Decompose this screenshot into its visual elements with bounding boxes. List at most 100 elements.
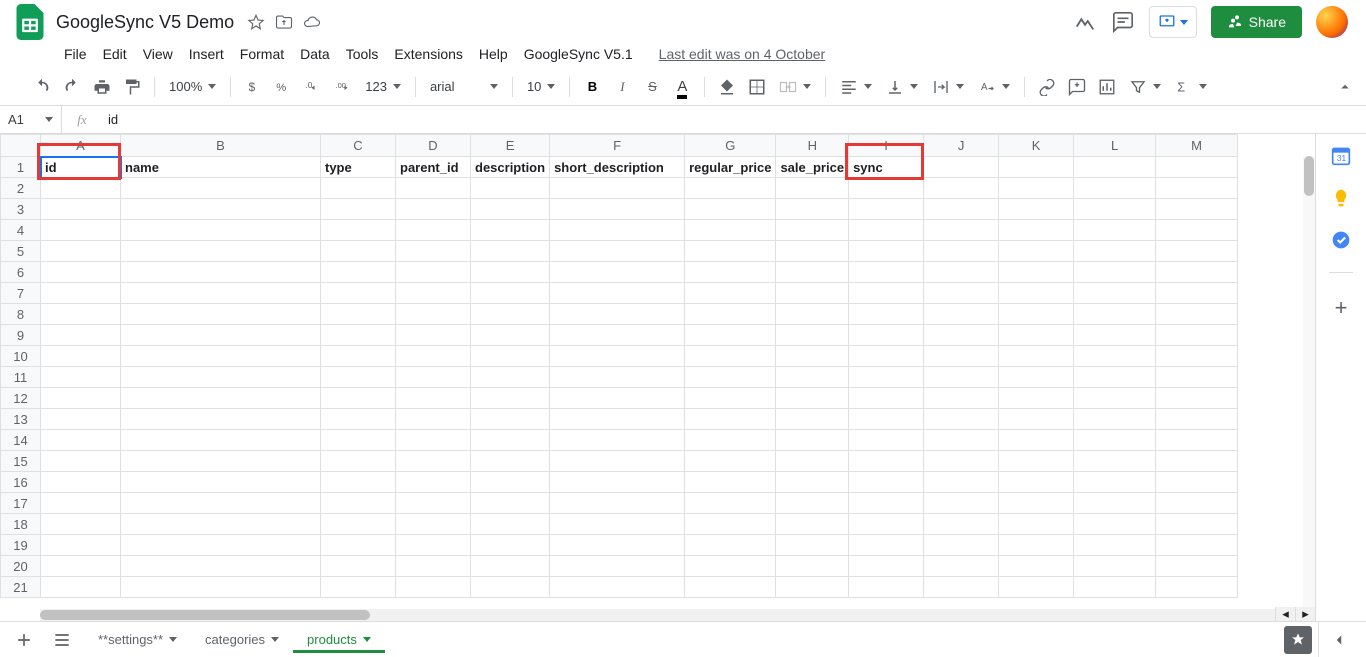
cell-I19[interactable]	[849, 535, 924, 556]
cell-A7[interactable]	[41, 283, 121, 304]
show-side-panel-button[interactable]	[1318, 622, 1358, 657]
cell-E16[interactable]	[471, 472, 550, 493]
cell-L8[interactable]	[1074, 304, 1156, 325]
cell-I6[interactable]	[849, 262, 924, 283]
cell-A6[interactable]	[41, 262, 121, 283]
cell-E5[interactable]	[471, 241, 550, 262]
column-header-M[interactable]: M	[1156, 135, 1238, 157]
cell-E17[interactable]	[471, 493, 550, 514]
menu-tools[interactable]: Tools	[338, 42, 387, 66]
horizontal-scrollbar[interactable]	[40, 609, 1275, 621]
cell-G6[interactable]	[685, 262, 776, 283]
menu-insert[interactable]: Insert	[181, 42, 232, 66]
cell-K21[interactable]	[999, 577, 1074, 598]
cell-D12[interactable]	[396, 388, 471, 409]
cell-L16[interactable]	[1074, 472, 1156, 493]
cell-H10[interactable]	[776, 346, 849, 367]
insert-chart-button[interactable]	[1093, 73, 1121, 101]
cell-F5[interactable]	[550, 241, 685, 262]
cell-H12[interactable]	[776, 388, 849, 409]
cell-K12[interactable]	[999, 388, 1074, 409]
cell-I1[interactable]: sync	[849, 157, 924, 178]
keep-app-icon[interactable]	[1331, 188, 1351, 208]
cell-F12[interactable]	[550, 388, 685, 409]
cell-K13[interactable]	[999, 409, 1074, 430]
number-format-dropdown[interactable]: 123	[359, 79, 407, 94]
cell-I5[interactable]	[849, 241, 924, 262]
cell-B12[interactable]	[121, 388, 321, 409]
cell-H11[interactable]	[776, 367, 849, 388]
cell-J3[interactable]	[924, 199, 999, 220]
cell-K2[interactable]	[999, 178, 1074, 199]
cell-L17[interactable]	[1074, 493, 1156, 514]
cell-A20[interactable]	[41, 556, 121, 577]
cell-L3[interactable]	[1074, 199, 1156, 220]
calendar-app-icon[interactable]: 31	[1331, 146, 1351, 166]
cell-J21[interactable]	[924, 577, 999, 598]
cell-C9[interactable]	[321, 325, 396, 346]
cell-L7[interactable]	[1074, 283, 1156, 304]
cell-J18[interactable]	[924, 514, 999, 535]
row-header-6[interactable]: 6	[1, 262, 41, 283]
cell-C14[interactable]	[321, 430, 396, 451]
cell-G10[interactable]	[685, 346, 776, 367]
cell-M16[interactable]	[1156, 472, 1238, 493]
cell-L2[interactable]	[1074, 178, 1156, 199]
cell-D1[interactable]: parent_id	[396, 157, 471, 178]
borders-button[interactable]	[743, 73, 771, 101]
cell-A14[interactable]	[41, 430, 121, 451]
cell-M10[interactable]	[1156, 346, 1238, 367]
cell-H8[interactable]	[776, 304, 849, 325]
cell-D6[interactable]	[396, 262, 471, 283]
last-edit-link[interactable]: Last edit was on 4 October	[659, 46, 826, 62]
cell-I7[interactable]	[849, 283, 924, 304]
cell-B2[interactable]	[121, 178, 321, 199]
print-button[interactable]	[88, 73, 116, 101]
cell-E4[interactable]	[471, 220, 550, 241]
column-header-L[interactable]: L	[1074, 135, 1156, 157]
cell-M19[interactable]	[1156, 535, 1238, 556]
cell-K14[interactable]	[999, 430, 1074, 451]
cell-K6[interactable]	[999, 262, 1074, 283]
cell-H16[interactable]	[776, 472, 849, 493]
fill-color-button[interactable]	[713, 73, 741, 101]
row-header-8[interactable]: 8	[1, 304, 41, 325]
row-header-14[interactable]: 14	[1, 430, 41, 451]
cell-E20[interactable]	[471, 556, 550, 577]
cell-J15[interactable]	[924, 451, 999, 472]
all-sheets-button[interactable]	[46, 626, 78, 654]
strikethrough-button[interactable]: S	[638, 73, 666, 101]
cell-J14[interactable]	[924, 430, 999, 451]
cell-K11[interactable]	[999, 367, 1074, 388]
cell-A2[interactable]	[41, 178, 121, 199]
cell-E18[interactable]	[471, 514, 550, 535]
cell-B8[interactable]	[121, 304, 321, 325]
cell-K4[interactable]	[999, 220, 1074, 241]
column-header-J[interactable]: J	[924, 135, 999, 157]
cell-M7[interactable]	[1156, 283, 1238, 304]
cell-F6[interactable]	[550, 262, 685, 283]
cell-G16[interactable]	[685, 472, 776, 493]
cell-D17[interactable]	[396, 493, 471, 514]
cell-H13[interactable]	[776, 409, 849, 430]
cell-L19[interactable]	[1074, 535, 1156, 556]
cell-K15[interactable]	[999, 451, 1074, 472]
row-header-5[interactable]: 5	[1, 241, 41, 262]
cell-F4[interactable]	[550, 220, 685, 241]
column-header-B[interactable]: B	[121, 135, 321, 157]
spreadsheet-grid[interactable]: ABCDEFGHIJKLM1idnametypeparent_iddescrip…	[0, 134, 1315, 621]
text-color-button[interactable]: A	[668, 73, 696, 101]
cell-E2[interactable]	[471, 178, 550, 199]
cell-L5[interactable]	[1074, 241, 1156, 262]
cell-E14[interactable]	[471, 430, 550, 451]
cell-C18[interactable]	[321, 514, 396, 535]
row-header-11[interactable]: 11	[1, 367, 41, 388]
cell-D13[interactable]	[396, 409, 471, 430]
menu-view[interactable]: View	[135, 42, 181, 66]
cell-G5[interactable]	[685, 241, 776, 262]
cell-C11[interactable]	[321, 367, 396, 388]
cell-M2[interactable]	[1156, 178, 1238, 199]
cell-A18[interactable]	[41, 514, 121, 535]
cell-C17[interactable]	[321, 493, 396, 514]
menu-googlesync-v5-1[interactable]: GoogleSync V5.1	[516, 42, 641, 66]
